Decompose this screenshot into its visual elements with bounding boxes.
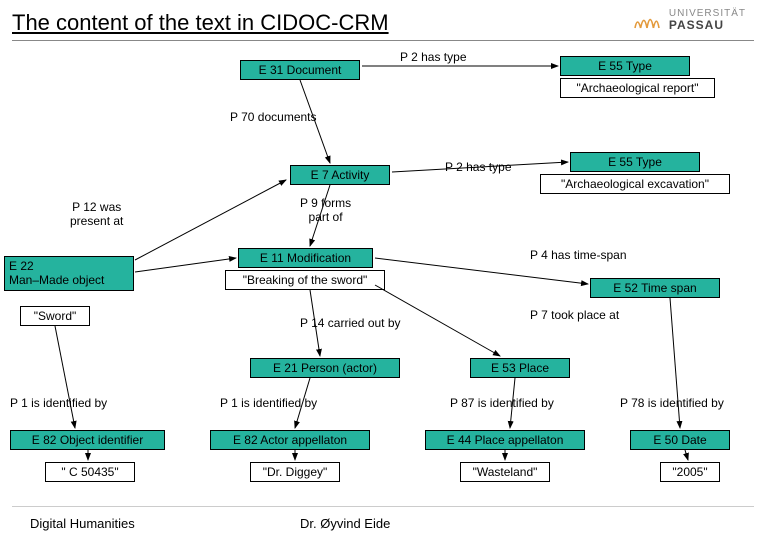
logo-text: UNIVERSITÄT PASSAU <box>669 9 746 31</box>
label-p14-carried-out-by: P 14 carried out by <box>300 316 401 330</box>
node-dr-diggey: "Dr. Diggey" <box>250 462 340 482</box>
node-e22-line2: Man–Made object <box>9 273 129 287</box>
node-e44-place-appellation: E 44 Place appellaton <box>425 430 585 450</box>
label-p1-identified-by-a: P 1 is identified by <box>10 396 107 410</box>
node-e82-object-identifier: E 82 Object identifier <box>10 430 165 450</box>
node-e50-date: E 50 Date <box>630 430 730 450</box>
node-e22-line1: E 22 <box>9 259 129 273</box>
label-p4-timespan: P 4 has time-span <box>530 248 627 262</box>
node-2005: "2005" <box>660 462 720 482</box>
footer-mid: Dr. Øyvind Eide <box>300 516 390 531</box>
title-underline <box>12 40 754 41</box>
label-p7-took-place-at: P 7 took place at <box>530 308 619 322</box>
node-e55-type-b: E 55 Type <box>570 152 700 172</box>
logo: UNIVERSITÄT PASSAU <box>631 8 746 32</box>
node-e11-modification: E 11 Modification <box>238 248 373 268</box>
node-e7-activity: E 7 Activity <box>290 165 390 185</box>
page-title: The content of the text in CIDOC-CRM <box>12 10 389 36</box>
footer-divider <box>12 506 754 507</box>
label-p70-documents: P 70 documents <box>230 110 317 124</box>
label-p9-forms-part-of: P 9 forms part of <box>300 196 351 224</box>
footer-left: Digital Humanities <box>30 516 135 531</box>
label-p2-has-type-a: P 2 has type <box>400 50 467 64</box>
node-e21-person: E 21 Person (actor) <box>250 358 400 378</box>
label-p78-identified-by: P 78 is identified by <box>620 396 724 410</box>
node-e53-place: E 53 Place <box>470 358 570 378</box>
node-breaking-sword: "Breaking of the sword" <box>225 270 385 290</box>
node-archaeological-report: "Archaeological report" <box>560 78 715 98</box>
logo-icon <box>631 8 663 32</box>
node-e82-actor-appellation: E 82 Actor appellaton <box>210 430 370 450</box>
logo-city: PASSAU <box>669 19 746 31</box>
node-sword-instance: "Sword" <box>20 306 90 326</box>
label-p2-has-type-b: P 2 has type <box>445 160 512 174</box>
node-wasteland: "Wasteland" <box>460 462 550 482</box>
node-archaeological-excavation: "Archaeological excavation" <box>540 174 730 194</box>
label-p87-identified-by: P 87 is identified by <box>450 396 554 410</box>
node-c50435: " C 50435" <box>45 462 135 482</box>
label-p1-identified-by-b: P 1 is identified by <box>220 396 317 410</box>
node-e55-type-a: E 55 Type <box>560 56 690 76</box>
node-e52-time-span: E 52 Time span <box>590 278 720 298</box>
node-e22-man-made-object: E 22 Man–Made object <box>4 256 134 291</box>
node-e31-document: E 31 Document <box>240 60 360 80</box>
label-p12-present-at: P 12 was present at <box>70 200 123 228</box>
